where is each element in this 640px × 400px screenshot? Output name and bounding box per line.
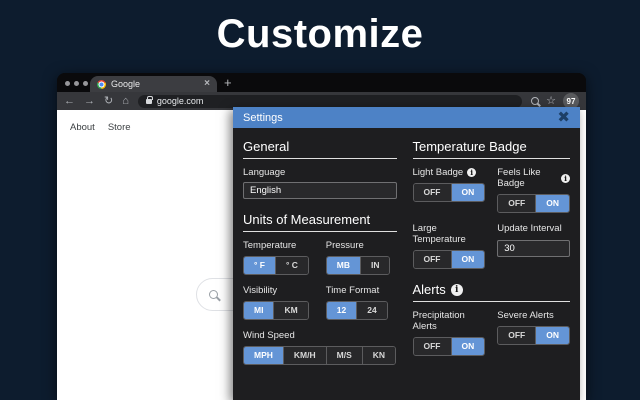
wind-ms-button[interactable]: M/S <box>326 347 362 364</box>
tab-close-icon[interactable]: × <box>204 79 210 89</box>
zoom-icon[interactable] <box>531 97 539 105</box>
visibility-label: Visibility <box>243 285 314 296</box>
pressure-unit-group: MB IN <box>326 256 391 275</box>
light-badge-on-button[interactable]: ON <box>451 184 485 201</box>
wind-speed-label: Wind Speed <box>243 330 397 341</box>
home-icon[interactable]: ⌂ <box>122 96 129 107</box>
large-temperature-toggle: OFF ON <box>413 250 486 269</box>
tab-title: Google <box>111 79 140 89</box>
url-text[interactable]: google.com <box>157 96 204 106</box>
page-title: Customize <box>0 12 640 57</box>
time-format-label: Time Format <box>326 285 397 296</box>
settings-header: Settings ✖ <box>233 107 580 128</box>
alerts-heading: Alerts i <box>413 282 571 302</box>
units-heading: Units of Measurement <box>243 212 397 232</box>
settings-title: Settings <box>243 112 283 124</box>
chrome-favicon-icon <box>97 80 106 89</box>
precipitation-alerts-label: Precipitation Alerts <box>413 310 486 332</box>
feels-like-on-button[interactable]: ON <box>535 195 569 212</box>
language-label: Language <box>243 167 397 178</box>
pressure-label: Pressure <box>326 240 397 251</box>
wind-mph-button[interactable]: MPH <box>244 347 283 364</box>
precipitation-alerts-toggle: OFF ON <box>413 337 486 356</box>
window-controls[interactable] <box>65 81 88 86</box>
tab-strip: Google × + <box>57 73 586 92</box>
forward-icon[interactable]: → <box>84 96 95 107</box>
reload-icon[interactable]: ↻ <box>104 96 113 107</box>
alerts-heading-text: Alerts <box>413 282 446 297</box>
large-temperature-label: Large Temperature <box>413 223 486 245</box>
precipitation-off-button[interactable]: OFF <box>414 338 451 355</box>
general-heading: General <box>243 139 397 159</box>
info-icon[interactable]: i <box>561 174 570 183</box>
browser-window: Google × + ← → ↻ ⌂ google.com ☆ 97 About… <box>57 73 586 400</box>
temperature-label: Temperature <box>243 240 314 251</box>
bookmark-star-icon[interactable]: ☆ <box>546 96 556 107</box>
time-format-group: 12 24 <box>326 301 388 320</box>
feels-like-badge-label: Feels Like Badge <box>497 167 557 189</box>
language-select[interactable]: English <box>243 182 397 199</box>
time-24-button[interactable]: 24 <box>356 302 386 319</box>
lock-icon <box>146 99 152 104</box>
light-badge-off-button[interactable]: OFF <box>414 184 451 201</box>
back-icon[interactable]: ← <box>64 96 75 107</box>
update-interval-input[interactable] <box>497 240 570 257</box>
feels-like-off-button[interactable]: OFF <box>498 195 535 212</box>
store-link[interactable]: Store <box>108 122 131 133</box>
severe-on-button[interactable]: ON <box>535 327 569 344</box>
info-icon[interactable]: i <box>467 168 476 177</box>
new-tab-button[interactable]: + <box>224 75 232 90</box>
light-badge-toggle: OFF ON <box>413 183 486 202</box>
visibility-unit-group: MI KM <box>243 301 309 320</box>
wind-kn-button[interactable]: KN <box>362 347 395 364</box>
pressure-in-button[interactable]: IN <box>360 257 390 274</box>
about-link[interactable]: About <box>70 122 95 133</box>
visibility-km-button[interactable]: KM <box>273 302 307 319</box>
settings-left-column: General Language English Units of Measur… <box>243 139 397 375</box>
severe-off-button[interactable]: OFF <box>498 327 535 344</box>
precipitation-on-button[interactable]: ON <box>451 338 485 355</box>
temperature-f-button[interactable]: ° F <box>244 257 275 274</box>
pressure-mb-button[interactable]: MB <box>327 257 360 274</box>
visibility-mi-button[interactable]: MI <box>244 302 273 319</box>
address-bar[interactable]: google.com <box>138 95 522 108</box>
wind-kmh-button[interactable]: KM/H <box>283 347 326 364</box>
update-interval-label: Update Interval <box>497 223 570 234</box>
settings-panel: Settings ✖ General Language English Unit… <box>233 107 580 400</box>
temperature-c-button[interactable]: ° C <box>275 257 308 274</box>
temperature-unit-group: ° F ° C <box>243 256 309 275</box>
close-icon[interactable]: ✖ <box>557 110 570 125</box>
search-icon <box>209 290 218 299</box>
browser-tab[interactable]: Google × <box>90 76 217 92</box>
settings-right-column: Temperature Badge Light Badge i OFF ON <box>413 139 571 375</box>
severe-alerts-label: Severe Alerts <box>497 310 570 321</box>
feels-like-badge-toggle: OFF ON <box>497 194 570 213</box>
wind-speed-group: MPH KM/H M/S KN <box>243 346 396 365</box>
large-temp-on-button[interactable]: ON <box>451 251 485 268</box>
time-12-button[interactable]: 12 <box>327 302 356 319</box>
light-badge-label: Light Badge <box>413 167 464 178</box>
temperature-badge-heading: Temperature Badge <box>413 139 571 159</box>
large-temp-off-button[interactable]: OFF <box>414 251 451 268</box>
severe-alerts-toggle: OFF ON <box>497 326 570 345</box>
info-icon[interactable]: i <box>451 284 463 296</box>
